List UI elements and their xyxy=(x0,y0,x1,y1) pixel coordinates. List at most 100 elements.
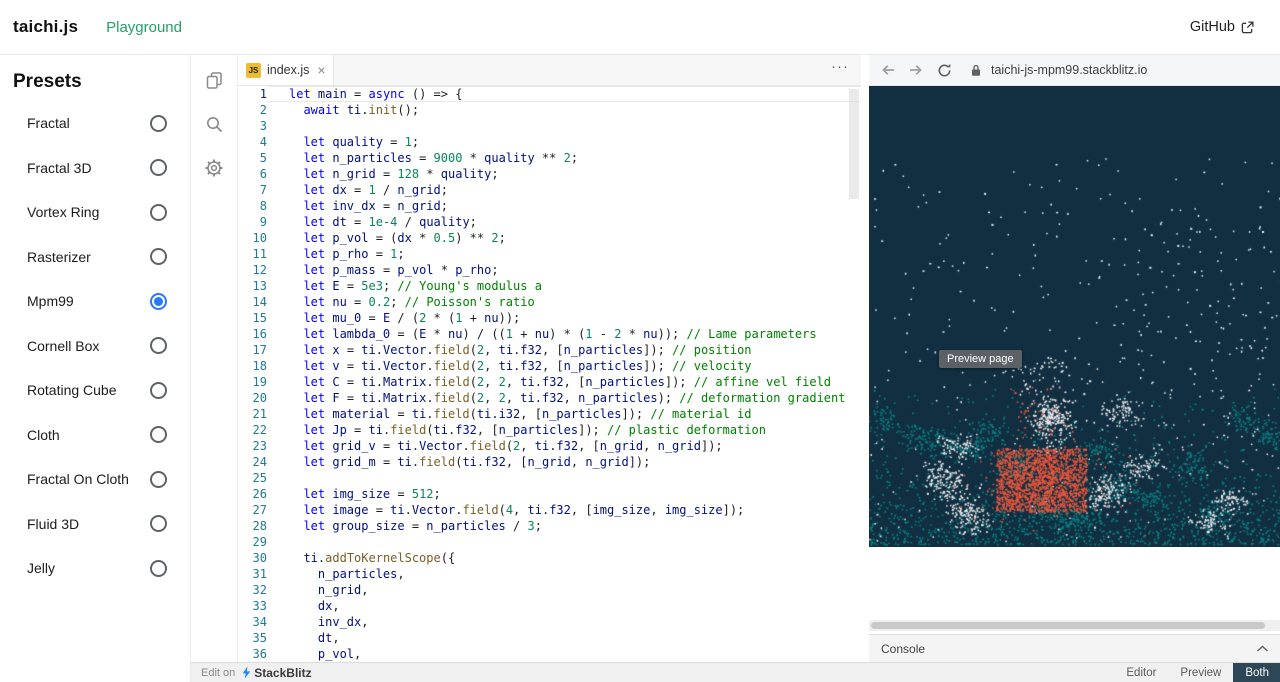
code-line-text: let C = ti.Matrix.field(2, 2, ti.f32, [n… xyxy=(267,374,861,390)
code-line: 22 let Jp = ti.field(ti.f32, [n_particle… xyxy=(238,422,861,438)
preset-item-mpm99[interactable]: Mpm99 xyxy=(13,279,177,324)
lock-icon xyxy=(971,64,981,77)
code-line-text: let x = ti.Vector.field(2, ti.f32, [n_pa… xyxy=(267,342,861,358)
editor-more-actions-icon[interactable]: ··· xyxy=(831,58,849,75)
preset-radio[interactable] xyxy=(150,293,167,310)
tab-close-icon[interactable]: × xyxy=(317,63,325,77)
files-icon[interactable] xyxy=(203,69,225,91)
code-line: 14 let nu = 0.2; // Poisson's ratio xyxy=(238,294,861,310)
line-number: 19 xyxy=(238,374,267,390)
code-line-text: let v = ti.Vector.field(2, ti.f32, [n_pa… xyxy=(267,358,861,374)
activity-bar xyxy=(191,55,238,662)
preset-item-jelly[interactable]: Jelly xyxy=(13,546,177,591)
preset-radio[interactable] xyxy=(150,337,167,354)
preset-radio[interactable] xyxy=(150,159,167,176)
stackblitz-embed: JS index.js × ··· 1let main = async () =… xyxy=(190,55,1280,682)
code-line: 15 let mu_0 = E / (2 * (1 + nu)); xyxy=(238,310,861,326)
header: taichi.js Playground GitHub xyxy=(0,0,1280,55)
scrollbar-thumb[interactable] xyxy=(871,622,1265,629)
code-line-text xyxy=(267,470,861,486)
code-editor[interactable]: 1let main = async () => {2 await ti.init… xyxy=(238,86,861,662)
code-line: 27 let image = ti.Vector.field(4, ti.f32… xyxy=(238,502,861,518)
preview-canvas xyxy=(869,86,1280,547)
line-number: 24 xyxy=(238,454,267,470)
code-line: 32 n_grid, xyxy=(238,582,861,598)
code-line-text: let n_grid = 128 * quality; xyxy=(267,166,861,182)
code-line: 33 dx, xyxy=(238,598,861,614)
code-line-text: let mu_0 = E / (2 * (1 + nu)); xyxy=(267,310,861,326)
chevron-up-icon[interactable] xyxy=(1256,645,1269,653)
preset-radio[interactable] xyxy=(150,515,167,532)
external-link-icon xyxy=(1241,21,1254,34)
view-preview-button[interactable]: Preview xyxy=(1168,663,1233,682)
code-line: 8 let inv_dx = n_grid; xyxy=(238,198,861,214)
preset-radio[interactable] xyxy=(150,471,167,488)
preset-item-vortex-ring[interactable]: Vortex Ring xyxy=(13,190,177,235)
view-editor-button[interactable]: Editor xyxy=(1114,663,1168,682)
code-line-text: let quality = 1; xyxy=(267,134,861,150)
code-line-text: let dx = 1 / n_grid; xyxy=(267,182,861,198)
code-lines: 1let main = async () => {2 await ti.init… xyxy=(238,86,861,662)
code-line: 5 let n_particles = 9000 * quality ** 2; xyxy=(238,150,861,166)
presets-panel: Presets FractalFractal 3DVortex RingRast… xyxy=(0,55,190,682)
line-number: 32 xyxy=(238,582,267,598)
code-line-text: inv_dx, xyxy=(267,614,861,630)
preset-radio[interactable] xyxy=(150,560,167,577)
brand-logo[interactable]: taichi.js xyxy=(13,17,78,37)
line-number: 18 xyxy=(238,358,267,374)
stackblitz-link[interactable]: StackBlitz xyxy=(254,666,311,680)
preset-radio[interactable] xyxy=(150,248,167,265)
search-icon[interactable] xyxy=(203,113,225,135)
line-number: 14 xyxy=(238,294,267,310)
code-line-text: let p_mass = p_vol * p_rho; xyxy=(267,262,861,278)
code-line-text: dx, xyxy=(267,598,861,614)
code-line-text: let lambda_0 = (E * nu) / ((1 + nu) * (1… xyxy=(267,326,861,342)
code-line-text: dt, xyxy=(267,630,861,646)
code-line: 18 let v = ti.Vector.field(2, ti.f32, [n… xyxy=(238,358,861,374)
settings-gear-icon[interactable] xyxy=(203,157,225,179)
line-number: 10 xyxy=(238,230,267,246)
preset-item-fractal-3d[interactable]: Fractal 3D xyxy=(13,146,177,191)
preset-item-fluid-3d[interactable]: Fluid 3D xyxy=(13,502,177,547)
github-link[interactable]: GitHub xyxy=(1190,19,1254,35)
code-line: 29 xyxy=(238,534,861,550)
preset-item-cornell-box[interactable]: Cornell Box xyxy=(13,324,177,369)
preset-label: Rasterizer xyxy=(27,249,91,265)
preset-label: Fluid 3D xyxy=(27,516,79,532)
horizontal-scrollbar[interactable] xyxy=(869,620,1280,631)
code-line-text xyxy=(267,534,861,550)
refresh-button[interactable] xyxy=(935,61,953,79)
preset-label: Cloth xyxy=(27,427,60,443)
preset-item-cloth[interactable]: Cloth xyxy=(13,413,177,458)
line-number: 26 xyxy=(238,486,267,502)
code-line-text: let img_size = 512; xyxy=(267,486,861,502)
preset-item-rasterizer[interactable]: Rasterizer xyxy=(13,235,177,280)
preset-label: Cornell Box xyxy=(27,338,99,354)
preview-page-button[interactable]: Preview page xyxy=(939,350,1022,368)
nav-playground[interactable]: Playground xyxy=(106,19,182,36)
line-number: 13 xyxy=(238,278,267,294)
code-line-text: n_grid, xyxy=(267,582,861,598)
code-line-text: let grid_v = ti.Vector.field(2, ti.f32, … xyxy=(267,438,861,454)
tab-index-js[interactable]: JS index.js × xyxy=(238,55,334,85)
preset-radio[interactable] xyxy=(150,204,167,221)
editor-scrollbar[interactable] xyxy=(849,89,859,199)
console-bar[interactable]: Console xyxy=(869,634,1280,662)
preset-item-rotating-cube[interactable]: Rotating Cube xyxy=(13,368,177,413)
code-line: 4 let quality = 1; xyxy=(238,134,861,150)
preset-radio[interactable] xyxy=(150,115,167,132)
back-button[interactable] xyxy=(879,61,897,79)
line-number: 7 xyxy=(238,182,267,198)
code-line-text: n_particles, xyxy=(267,566,861,582)
forward-button[interactable] xyxy=(907,61,925,79)
view-both-button[interactable]: Both xyxy=(1233,663,1280,682)
code-line: 28 let group_size = n_particles / 3; xyxy=(238,518,861,534)
preset-radio[interactable] xyxy=(150,426,167,443)
preset-item-fractal[interactable]: Fractal xyxy=(13,101,177,146)
line-number: 4 xyxy=(238,134,267,150)
code-line: 24 let grid_m = ti.field(ti.f32, [n_grid… xyxy=(238,454,861,470)
code-line-text: p_vol, xyxy=(267,646,861,662)
preset-item-fractal-on-cloth[interactable]: Fractal On Cloth xyxy=(13,457,177,502)
stackblitz-logo-icon xyxy=(242,666,251,679)
preset-radio[interactable] xyxy=(150,382,167,399)
